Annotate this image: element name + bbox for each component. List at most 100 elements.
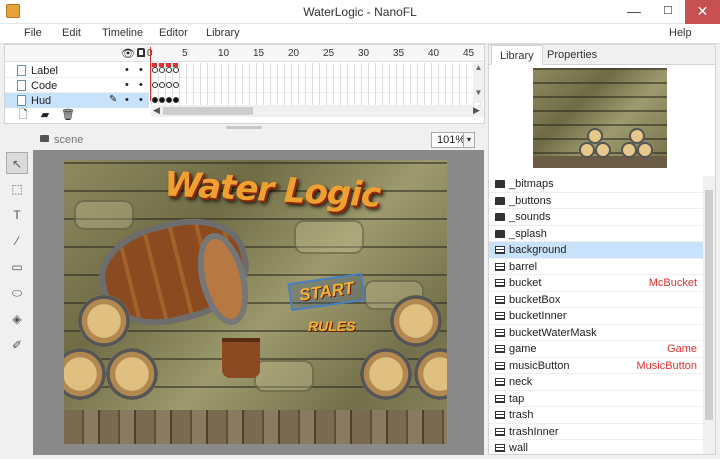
layer-icon bbox=[17, 65, 26, 76]
library-item-name: background bbox=[509, 244, 567, 256]
layer-lock-dot[interactable]: • bbox=[139, 94, 143, 106]
menu-edit[interactable]: Edit bbox=[62, 27, 81, 39]
library-scrollbar[interactable] bbox=[703, 176, 715, 454]
keyframe[interactable] bbox=[173, 67, 179, 73]
frame-cells[interactable] bbox=[151, 78, 484, 93]
layer-lock-dot[interactable]: • bbox=[139, 79, 143, 91]
scroll-thumb[interactable] bbox=[163, 107, 253, 115]
stage-canvas[interactable]: Water Logic START RULES bbox=[64, 160, 447, 444]
visibility-eye-icon[interactable]: 👁 bbox=[121, 47, 135, 60]
splitter-grip[interactable] bbox=[226, 126, 262, 129]
library-item[interactable]: _sounds bbox=[489, 209, 703, 226]
layer-visible-dot[interactable]: • bbox=[125, 64, 129, 76]
menu-editor[interactable]: Editor bbox=[159, 27, 188, 39]
small-barrel[interactable] bbox=[64, 348, 106, 400]
scroll-down-arrow[interactable]: ▼ bbox=[473, 88, 484, 97]
library-item-name: bucketWaterMask bbox=[509, 326, 597, 339]
library-item[interactable]: tap bbox=[489, 391, 703, 407]
layer-name-cell: Code • • bbox=[5, 78, 149, 93]
scroll-up-arrow[interactable]: ▲ bbox=[473, 63, 484, 72]
scene-breadcrumb[interactable]: scene bbox=[54, 134, 83, 146]
menu-timeline[interactable]: Timeline bbox=[102, 27, 143, 39]
paint-bucket-tool-icon[interactable]: ◈ bbox=[6, 308, 28, 330]
keyframe[interactable] bbox=[166, 67, 172, 73]
chevron-down-icon[interactable]: ▾ bbox=[463, 132, 475, 148]
new-folder-icon[interactable]: ▰ bbox=[37, 108, 53, 122]
tab-properties[interactable]: Properties bbox=[539, 45, 605, 65]
library-item[interactable]: _buttons bbox=[489, 193, 703, 209]
keyframe[interactable] bbox=[152, 82, 158, 88]
layer-icon bbox=[17, 80, 26, 91]
library-item[interactable]: bucketWaterMask bbox=[489, 325, 703, 341]
bucket-graphic[interactable] bbox=[222, 338, 260, 378]
text-tool-icon[interactable]: T bbox=[6, 204, 28, 226]
keyframe[interactable] bbox=[152, 97, 158, 103]
keyframe[interactable] bbox=[166, 82, 172, 88]
library-item[interactable]: _splash bbox=[489, 226, 703, 242]
transform-tool-icon[interactable]: ⬚ bbox=[6, 178, 28, 200]
stone-floor bbox=[64, 410, 447, 444]
library-item[interactable]: game Game bbox=[489, 341, 703, 358]
minimize-button[interactable]: — bbox=[617, 0, 651, 24]
rules-button[interactable]: RULES bbox=[308, 318, 355, 334]
ellipse-tool-icon[interactable]: ⬭ bbox=[6, 282, 28, 304]
keyframe[interactable] bbox=[166, 97, 172, 103]
library-item-name: _splash bbox=[509, 227, 547, 240]
scroll-thumb[interactable] bbox=[705, 190, 713, 420]
layer-lock-dot[interactable]: • bbox=[139, 64, 143, 76]
scroll-right-arrow[interactable]: ▶ bbox=[473, 105, 480, 116]
library-item[interactable]: neck bbox=[489, 374, 703, 391]
keyframe[interactable] bbox=[173, 97, 179, 103]
keyframe[interactable] bbox=[173, 82, 179, 88]
layer-code[interactable]: Code • • bbox=[5, 78, 484, 93]
wall-stone bbox=[254, 360, 314, 392]
library-item[interactable]: bucketInner bbox=[489, 308, 703, 325]
start-button[interactable]: START bbox=[287, 272, 366, 312]
keyframe[interactable] bbox=[159, 97, 165, 103]
line-tool-icon[interactable]: ⁄ bbox=[6, 230, 28, 252]
small-barrel[interactable] bbox=[78, 295, 130, 347]
scroll-left-arrow[interactable]: ◀ bbox=[153, 105, 160, 116]
timeline-vertical-scrollbar[interactable]: ▲ ▼ bbox=[473, 63, 484, 103]
small-barrel[interactable] bbox=[360, 348, 412, 400]
library-item-name: _bitmaps bbox=[509, 178, 554, 190]
eyedropper-tool-icon[interactable]: ✐ bbox=[6, 334, 28, 356]
library-item[interactable]: trash bbox=[489, 407, 703, 424]
library-item[interactable]: barrel bbox=[489, 259, 703, 275]
tab-library[interactable]: Library bbox=[491, 45, 543, 65]
select-tool-icon[interactable]: ↖ bbox=[6, 152, 28, 174]
layer-visible-dot[interactable]: • bbox=[125, 94, 129, 106]
library-item[interactable]: trashInner bbox=[489, 424, 703, 440]
library-item[interactable]: wall bbox=[489, 440, 703, 454]
menu-library[interactable]: Library bbox=[206, 27, 240, 39]
menu-help[interactable]: Help bbox=[669, 27, 692, 39]
playhead[interactable] bbox=[150, 47, 151, 101]
library-item[interactable]: _bitmaps bbox=[489, 176, 703, 193]
delete-layer-icon[interactable]: 🗑 bbox=[60, 108, 76, 122]
menu-file[interactable]: File bbox=[24, 27, 42, 39]
library-item-name: _buttons bbox=[509, 194, 552, 207]
library-item[interactable]: bucketBox bbox=[489, 292, 703, 308]
rectangle-tool-icon[interactable]: ▭ bbox=[6, 256, 28, 278]
small-barrel[interactable] bbox=[106, 348, 158, 400]
close-button[interactable]: ✕ bbox=[685, 0, 720, 24]
library-item-name: neck bbox=[509, 376, 533, 388]
timeline-horizontal-scrollbar[interactable]: ◀ ▶ bbox=[151, 105, 484, 117]
small-barrel[interactable] bbox=[414, 348, 447, 400]
title-bar: WaterLogic - NanoFL — ☐ ✕ bbox=[0, 0, 720, 24]
folder-icon bbox=[495, 196, 505, 205]
small-barrel[interactable] bbox=[390, 295, 442, 347]
library-item[interactable]: bucket McBucket bbox=[489, 275, 703, 292]
maximize-button[interactable]: ☐ bbox=[651, 0, 685, 24]
keyframe[interactable] bbox=[159, 67, 165, 73]
library-item[interactable]: background bbox=[489, 242, 703, 259]
layer-visible-dot[interactable]: • bbox=[125, 79, 129, 91]
new-layer-icon[interactable]: 🗋 bbox=[15, 108, 31, 122]
lock-icon[interactable] bbox=[137, 48, 145, 57]
library-item[interactable]: musicButton MusicButton bbox=[489, 358, 703, 374]
keyframe[interactable] bbox=[159, 82, 165, 88]
ruler-label: 45 bbox=[463, 48, 475, 59]
keyframe[interactable] bbox=[152, 67, 158, 73]
frame-cells[interactable] bbox=[151, 63, 484, 78]
layer-label[interactable]: Label • • bbox=[5, 63, 484, 78]
